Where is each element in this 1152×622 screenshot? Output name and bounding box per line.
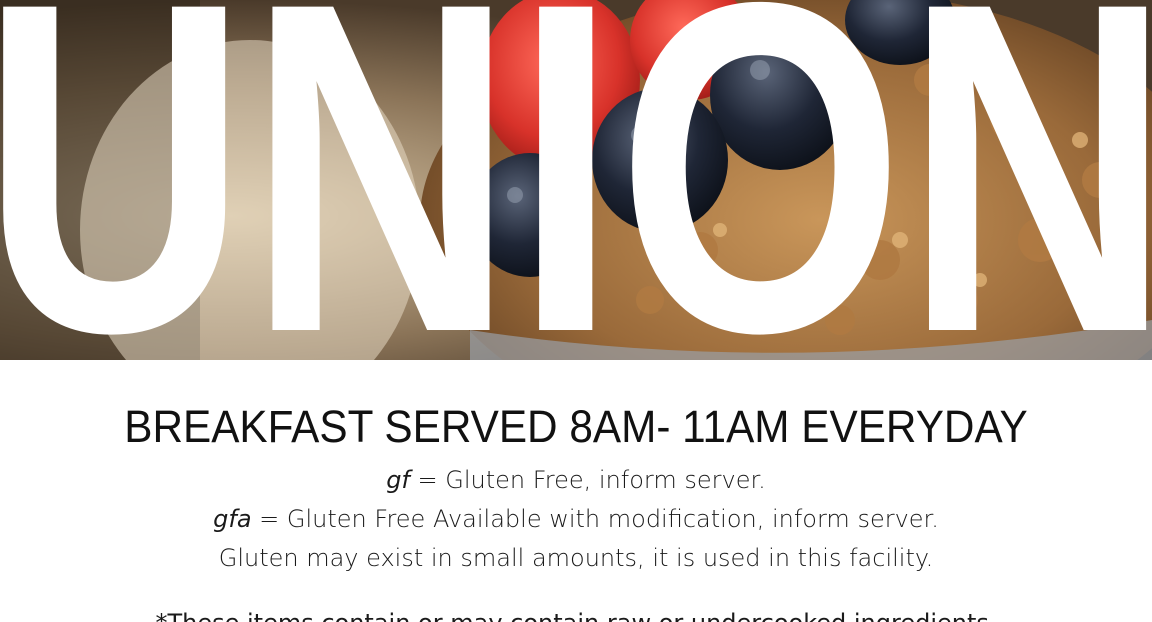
legend-gfa-code: gfa: [213, 505, 252, 533]
union-wordmark-text: UNION: [0, 0, 1152, 360]
hero-banner: UNION: [0, 0, 1152, 360]
union-wordmark: UNION: [0, 0, 1152, 360]
raw-ingredients-notice: *These items contain or may contain raw …: [0, 607, 1152, 622]
legend-gf-line: gf = Gluten Free, inform server.: [0, 461, 1152, 500]
gluten-legend: gf = Gluten Free, inform server. gfa = G…: [0, 461, 1152, 578]
legend-gfa-text: = Gluten Free Available with modificatio…: [251, 505, 939, 533]
menu-page: UNION BREAKFAST SERVED 8AM- 11AM EVERYDA…: [0, 0, 1152, 622]
gluten-note: Gluten may exist in small amounts, it is…: [218, 544, 934, 572]
legend-gf-text: = Gluten Free, inform server.: [409, 466, 766, 494]
legend-gf-code: gf: [386, 466, 410, 494]
legend-gfa-line: gfa = Gluten Free Available with modific…: [0, 500, 1152, 539]
menu-intro: BREAKFAST SERVED 8AM- 11AM EVERYDAY gf =…: [0, 360, 1152, 622]
breakfast-hours-heading: BREAKFAST SERVED 8AM- 11AM EVERYDAY: [124, 401, 1028, 452]
